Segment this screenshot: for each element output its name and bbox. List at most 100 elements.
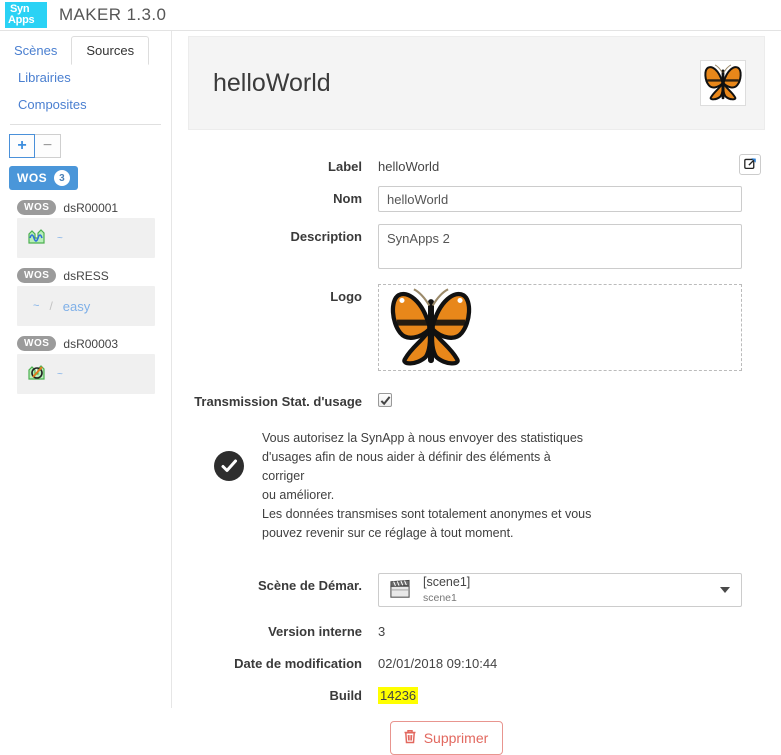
tree-item-name: dsR00001 [63, 200, 119, 215]
tree-item-card[interactable]: ~ / easy [17, 286, 155, 326]
edit-square-icon [743, 157, 757, 173]
scene-select[interactable]: [scene1] scene1 [378, 573, 742, 607]
add-source-button[interactable]: + [9, 134, 35, 158]
tree-toolbar: + − [0, 125, 171, 158]
transmission-value-wrap [378, 389, 765, 409]
privacy-notice-text: Vous autorisez la SynApp à nous envoyer … [262, 429, 592, 543]
tab-composites[interactable]: Composites [14, 91, 171, 118]
scene-label: Scène de Démar. [257, 578, 362, 593]
tab-librairies[interactable]: Librairies [14, 64, 171, 91]
version-value-wrap: 3 [378, 619, 765, 639]
date-value: 02/01/2018 09:10:44 [378, 656, 498, 671]
tab-sources[interactable]: Sources [71, 36, 150, 65]
tree-root-badge-label: WOS [17, 171, 48, 185]
field-row-version: Version interne 3 [188, 619, 765, 639]
tab-scenes[interactable]: Scènes [0, 37, 71, 64]
tree-item-header: WOS dsR00001 [17, 200, 171, 215]
transmission-checkbox[interactable] [378, 393, 392, 407]
wos-badge: WOS [17, 336, 57, 351]
notice-line-3: ou améliorer. [262, 488, 335, 502]
edit-label-button[interactable] [739, 154, 761, 175]
tree-item-name: dsR00003 [63, 336, 119, 351]
tree-item-link[interactable]: easy [63, 299, 90, 314]
butterfly-icon [703, 63, 743, 104]
logo-value-wrap [378, 284, 765, 371]
wos-badge: WOS [17, 268, 57, 283]
nom-label: Nom [333, 191, 362, 206]
tree-root-wos[interactable]: WOS 3 [9, 166, 79, 190]
tree-item-name: dsRESS [63, 268, 109, 283]
tree-item-card[interactable]: ~ [17, 218, 155, 258]
logo-dropzone[interactable] [378, 284, 742, 371]
tree-root-count: 3 [54, 170, 71, 186]
scene-value-wrap: [scene1] scene1 [378, 573, 765, 607]
page-title: helloWorld [213, 68, 331, 97]
tree-group-dsR00003: WOS dsR00003 ~ [17, 336, 171, 394]
trash-icon [403, 729, 417, 747]
delete-button[interactable]: Supprimer [389, 721, 504, 755]
build-value-wrap: 14236 [378, 683, 765, 704]
tree-item-tilde: ~ [33, 300, 40, 312]
source-tree: WOS 3 WOS dsR00001 ~ WOS dsRESS ~ / easy… [0, 158, 171, 394]
tree-item-tilde: ~ [57, 368, 63, 380]
description-value-wrap [378, 224, 765, 272]
delete-button-label: Supprimer [423, 730, 489, 746]
butterfly-icon [381, 285, 481, 370]
description-label: Description [290, 229, 362, 244]
build-value-container: 14236 [378, 683, 765, 704]
field-row-logo: Logo [188, 284, 765, 371]
notice-line-1: Vous autorisez la SynApp à nous envoyer … [262, 431, 584, 445]
app-header: Syn Apps MAKER 1.3.0 [0, 0, 781, 31]
page-hero: helloWorld [188, 36, 765, 130]
privacy-notice: Vous autorisez la SynApp à nous envoyer … [214, 429, 765, 543]
app-thumbnail[interactable] [700, 60, 746, 106]
label-value-wrap: helloWorld [378, 154, 765, 175]
clapperboard-icon [389, 579, 411, 602]
scene-value-secondary: scene1 [423, 592, 457, 604]
label-value: helloWorld [378, 159, 440, 174]
tree-item-card[interactable]: ~ [17, 354, 155, 394]
waveform-icon [27, 226, 49, 251]
tree-item-separator: / [49, 299, 53, 313]
build-value: 14236 [378, 687, 419, 704]
build-label: Build [329, 688, 363, 703]
app-title: MAKER 1.3.0 [59, 5, 167, 24]
sidebar: Scènes Sources Librairies Composites + −… [0, 31, 172, 708]
version-label: Version interne [268, 624, 362, 639]
tree-group-dsR00001: WOS dsR00001 ~ [17, 200, 171, 258]
label-label: Label [328, 159, 362, 174]
version-value: 3 [378, 624, 386, 639]
date-label: Date de modification [234, 656, 362, 671]
delete-button-wrap: Supprimer [128, 721, 765, 755]
remove-source-button[interactable]: − [35, 134, 61, 158]
chevron-down-icon[interactable] [720, 587, 730, 593]
logo-label: Logo [330, 289, 362, 304]
field-row-build: Build 14236 [188, 683, 765, 704]
properties-form: Label helloWorld Nom helloWorld Descript… [172, 154, 781, 755]
date-value-wrap: 02/01/2018 09:10:44 [378, 651, 765, 671]
field-row-transmission: Transmission Stat. d'usage [188, 389, 765, 409]
field-row-nom: Nom [188, 186, 765, 212]
tree-item-header: WOS dsRESS [17, 268, 171, 283]
tree-item-header: WOS dsR00003 [17, 336, 171, 351]
notice-line-4: Les données transmises sont totalement a… [262, 507, 592, 521]
notice-line-5: pouvez revenir sur ce réglage à tout mom… [262, 526, 514, 540]
broken-link-icon [27, 362, 49, 387]
logo-line-apps: Apps [8, 14, 35, 26]
sidebar-tabs: Scènes Sources Librairies Composites [0, 31, 171, 125]
wos-badge: WOS [17, 200, 57, 215]
description-textarea[interactable] [378, 224, 742, 269]
tree-item-tilde: ~ [57, 232, 63, 244]
tree-group-dsRESS: WOS dsRESS ~ / easy [17, 268, 171, 326]
sidebar-tab-row: Scènes Sources [0, 36, 171, 65]
nom-value-wrap [378, 186, 765, 212]
field-row-label: Label helloWorld [188, 154, 765, 175]
field-row-description: Description [188, 224, 765, 272]
field-row-scene: Scène de Démar. [scene1] scene1 [188, 573, 765, 607]
nom-input[interactable] [378, 186, 742, 212]
sidebar-tab-stack: Librairies Composites [0, 64, 171, 118]
transmission-label: Transmission Stat. d'usage [194, 394, 362, 409]
sidebar-divider [10, 124, 161, 125]
main-content: helloWorld Label helloWorld Nom helloWor… [172, 31, 781, 755]
notice-line-2: d'usages afin de nous aider à définir de… [262, 450, 551, 483]
